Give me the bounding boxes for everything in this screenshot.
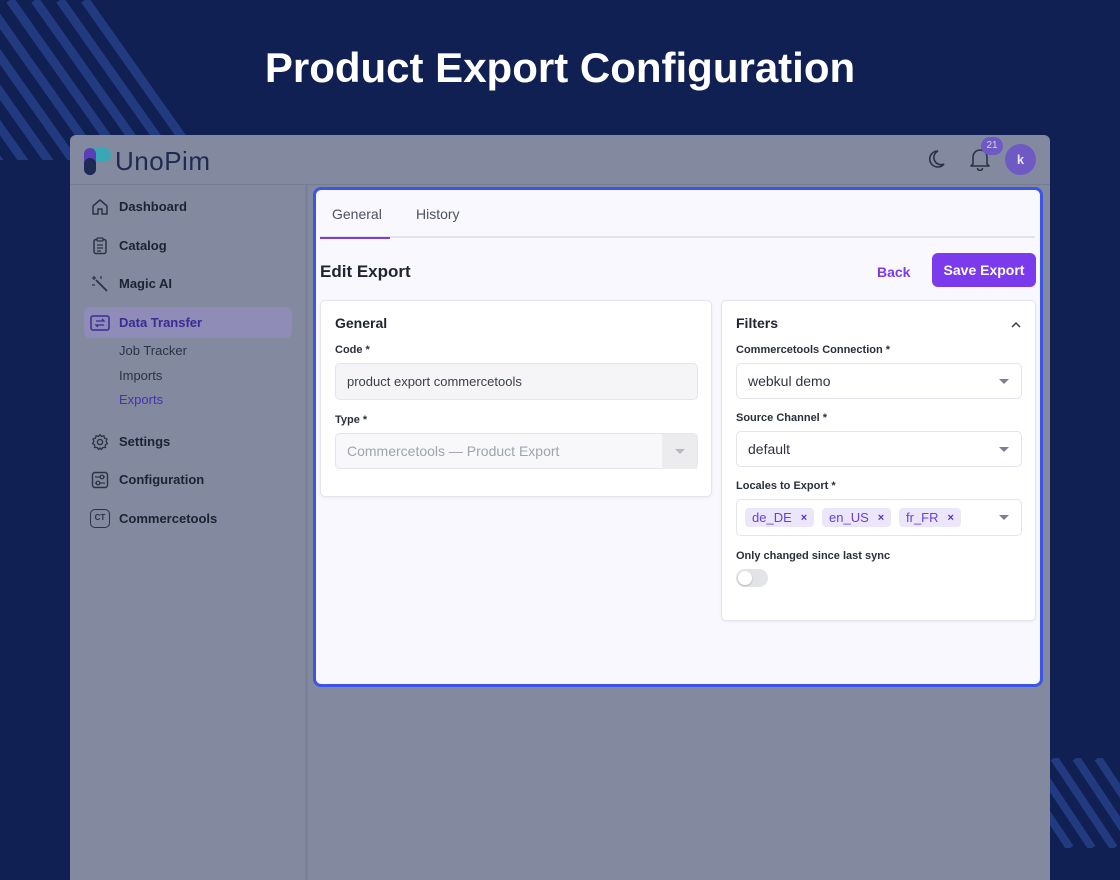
- sidebar-item-label: Settings: [119, 434, 171, 449]
- sidebar-subitem-job-tracker[interactable]: Job Tracker: [119, 343, 187, 358]
- locale-chip: fr_FR ×: [899, 508, 961, 527]
- save-export-button[interactable]: Save Export: [932, 253, 1036, 287]
- sidebar: Dashboard Catalog Magic AI Data Transfer…: [70, 185, 308, 880]
- tab-bar: General History: [320, 190, 1035, 238]
- sidebar-item-label: Dashboard: [119, 199, 187, 214]
- gear-icon: [90, 432, 110, 452]
- page-title: Edit Export: [320, 262, 411, 281]
- chevron-down-icon: [999, 447, 1009, 452]
- sidebar-item-label: Configuration: [119, 472, 205, 487]
- sidebar-item-label: Catalog: [119, 238, 167, 253]
- channel-value: default: [748, 441, 791, 457]
- sidebar-item-configuration[interactable]: Configuration: [84, 464, 292, 495]
- active-tab-indicator: [320, 237, 390, 239]
- channel-select[interactable]: default: [736, 431, 1022, 467]
- locale-chip: en_US ×: [822, 508, 892, 527]
- filters-panel-title: Filters: [736, 315, 779, 331]
- filters-panel: Filters Commercetools Connection * webku…: [721, 300, 1036, 621]
- general-panel: General Code * product export commerceto…: [320, 300, 712, 497]
- tab-history[interactable]: History: [416, 206, 460, 222]
- sidebar-item-label: Commercetools: [119, 511, 218, 526]
- notification-badge: 21: [981, 137, 1003, 155]
- sidebar-item-magic-ai[interactable]: Magic AI: [84, 268, 292, 299]
- code-value: product export commercetools: [347, 374, 522, 389]
- code-field[interactable]: product export commercetools: [335, 363, 698, 400]
- chevron-down-icon: [999, 515, 1009, 520]
- remove-chip-icon[interactable]: ×: [878, 512, 884, 524]
- connection-select[interactable]: webkul demo: [736, 363, 1022, 399]
- export-editor-card: General History Edit Export Back Save Ex…: [313, 187, 1043, 687]
- type-value: Commercetools — Product Export: [347, 443, 560, 459]
- top-bar: UnoPim 21 k: [70, 135, 1050, 185]
- sidebar-item-commercetools[interactable]: CT Commercetools: [84, 503, 292, 534]
- general-panel-title: General: [335, 315, 388, 331]
- connection-value: webkul demo: [748, 373, 831, 389]
- chevron-down-icon: [999, 379, 1009, 384]
- tab-general[interactable]: General: [332, 206, 382, 222]
- sidebar-item-catalog[interactable]: Catalog: [84, 230, 292, 261]
- only-changed-toggle[interactable]: [736, 569, 768, 587]
- chevron-down-icon: [675, 449, 685, 454]
- toggle-knob: [738, 571, 752, 585]
- connection-label: Commercetools Connection *: [736, 344, 891, 356]
- remove-chip-icon[interactable]: ×: [801, 512, 807, 524]
- sidebar-item-label: Data Transfer: [119, 315, 203, 330]
- ct-icon: CT: [90, 509, 110, 529]
- moon-icon[interactable]: [929, 148, 951, 170]
- chevron-up-icon[interactable]: [1011, 317, 1021, 328]
- clipboard-icon: [90, 236, 110, 256]
- avatar[interactable]: k: [1005, 144, 1036, 175]
- type-label: Type *: [335, 414, 368, 426]
- locale-chip-label: fr_FR: [906, 510, 939, 525]
- sidebar-item-label: Magic AI: [119, 276, 172, 291]
- logo-text: UnoPim: [115, 146, 211, 176]
- logo-mark-icon: [84, 148, 111, 175]
- type-select-toggle[interactable]: [662, 434, 697, 469]
- page-heading: Product Export Configuration: [264, 44, 856, 91]
- sidebar-item-settings[interactable]: Settings: [84, 426, 292, 457]
- logo[interactable]: UnoPim: [84, 146, 210, 177]
- locales-multiselect[interactable]: de_DE × en_US × fr_FR ×: [736, 499, 1022, 536]
- magic-wand-icon: [90, 274, 110, 294]
- sidebar-subitem-exports[interactable]: Exports: [119, 392, 163, 407]
- sidebar-item-data-transfer[interactable]: Data Transfer: [84, 307, 292, 338]
- remove-chip-icon[interactable]: ×: [948, 512, 954, 524]
- sliders-icon: [90, 470, 110, 490]
- code-label: Code *: [335, 344, 370, 356]
- locales-label: Locales to Export *: [736, 480, 836, 492]
- sidebar-subitem-imports[interactable]: Imports: [119, 368, 162, 383]
- only-changed-label: Only changed since last sync: [736, 550, 891, 562]
- home-icon: [90, 197, 110, 217]
- locale-chip-label: en_US: [829, 510, 869, 525]
- ct-icon-text: CT: [90, 509, 110, 528]
- sidebar-item-dashboard[interactable]: Dashboard: [84, 191, 292, 222]
- locale-chip: de_DE ×: [745, 508, 815, 527]
- channel-label: Source Channel *: [736, 412, 828, 424]
- back-button[interactable]: Back: [877, 264, 910, 280]
- type-select[interactable]: Commercetools — Product Export: [335, 433, 698, 469]
- data-transfer-icon: [90, 313, 110, 333]
- locale-chip-label: de_DE: [752, 510, 792, 525]
